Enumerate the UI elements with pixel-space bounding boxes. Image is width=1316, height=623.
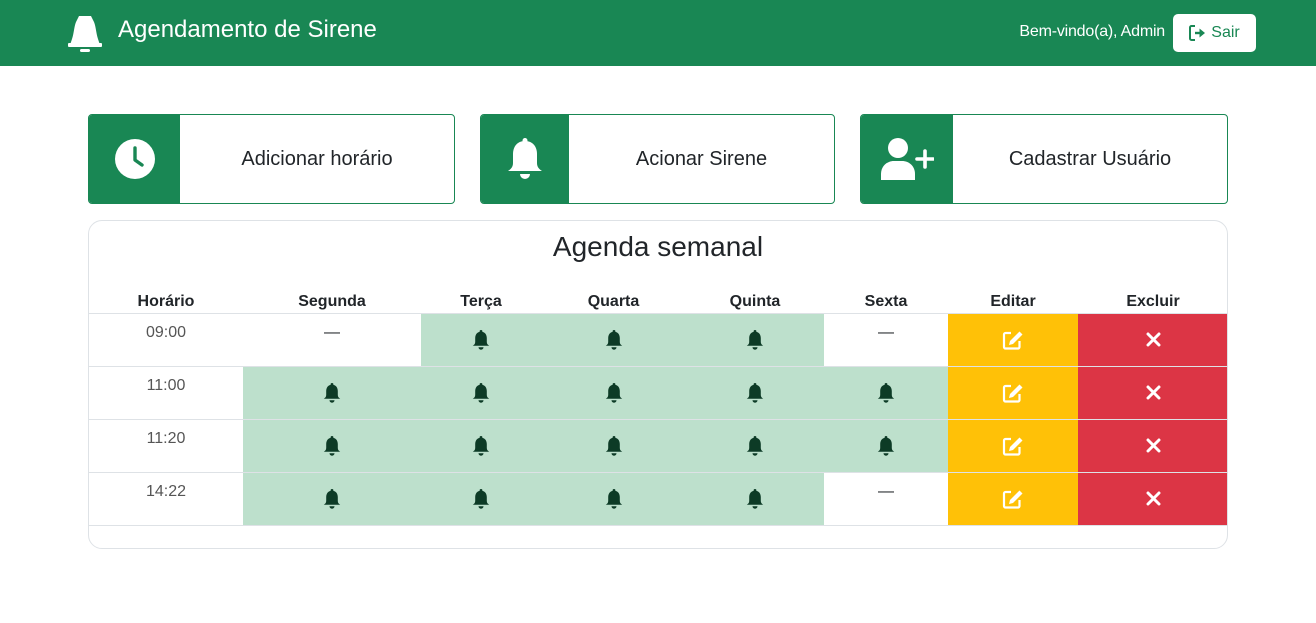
logout-label: Sair	[1211, 24, 1240, 41]
column-header: Sexta	[824, 291, 948, 314]
close-icon	[1078, 491, 1227, 506]
bell-icon	[541, 435, 686, 456]
app-title: Agendamento de Sirene	[118, 16, 377, 43]
bell-icon	[243, 435, 421, 456]
column-header: Segunda	[243, 291, 421, 314]
bell-icon	[68, 16, 102, 52]
action-icon-box	[481, 115, 569, 203]
day-cell-active	[243, 366, 421, 420]
bell-icon	[421, 329, 541, 350]
day-cell-active	[421, 313, 541, 367]
day-cell-active	[421, 472, 541, 526]
table-row: 11:20	[89, 419, 1227, 473]
day-cell-empty: —	[824, 313, 948, 367]
register-user-button[interactable]: Cadastrar Usuário	[860, 114, 1228, 204]
delete-button[interactable]	[1078, 419, 1227, 473]
bell-icon	[541, 382, 686, 403]
edit-button[interactable]	[948, 313, 1078, 367]
time-cell: 09:00	[89, 313, 243, 367]
table-row: 14:22 —	[89, 472, 1227, 526]
day-cell-active	[541, 313, 686, 367]
day-cell-active	[421, 366, 541, 420]
time-cell: 11:00	[89, 366, 243, 420]
logout-button[interactable]: Sair	[1173, 14, 1256, 52]
edit-button[interactable]	[948, 472, 1078, 526]
day-cell-active	[243, 419, 421, 473]
column-header: Quinta	[686, 291, 824, 314]
edit-button[interactable]	[948, 366, 1078, 420]
bell-icon	[541, 488, 686, 509]
edit-button[interactable]	[948, 419, 1078, 473]
bell-icon	[421, 435, 541, 456]
add-schedule-label: Adicionar horário	[241, 147, 393, 170]
bell-icon	[686, 435, 824, 456]
bell-icon	[824, 435, 948, 456]
trigger-siren-button[interactable]: Acionar Sirene	[480, 114, 835, 204]
day-cell-empty: —	[824, 472, 948, 526]
edit-icon	[948, 489, 1078, 509]
welcome-text: Bem-vindo(a), Admin	[1019, 23, 1165, 40]
bell-icon	[243, 488, 421, 509]
close-icon	[1078, 438, 1227, 453]
day-cell-active	[541, 419, 686, 473]
bell-icon	[824, 382, 948, 403]
day-cell-empty: —	[243, 313, 421, 367]
day-cell-active	[421, 419, 541, 473]
bell-icon	[421, 382, 541, 403]
schedule-body: 09:00— —11:00 11:20 14:22—	[89, 313, 1227, 526]
action-icon-box	[861, 115, 953, 203]
bell-icon	[243, 382, 421, 403]
sign-out-icon	[1189, 25, 1206, 41]
day-cell-active	[686, 313, 824, 367]
column-header: Editar	[948, 291, 1078, 314]
day-cell-active	[243, 472, 421, 526]
clock-icon	[114, 139, 155, 179]
delete-button[interactable]	[1078, 472, 1227, 526]
table-header-row: Horário Segunda Terça Quarta Quinta Sext…	[89, 291, 1227, 314]
schedule-title: Agenda semanal	[552, 231, 764, 262]
bell-icon	[541, 329, 686, 350]
time-cell: 14:22	[89, 472, 243, 526]
day-cell-active	[541, 472, 686, 526]
edit-icon	[948, 330, 1078, 350]
bell-icon	[686, 329, 824, 350]
trigger-siren-label: Acionar Sirene	[635, 147, 768, 170]
add-schedule-button[interactable]: Adicionar horário	[88, 114, 455, 204]
navbar: Agendamento de Sirene Bem-vindo(a), Admi…	[0, 0, 1316, 66]
time-cell: 11:20	[89, 419, 243, 473]
bell-icon	[421, 488, 541, 509]
bell-icon	[686, 488, 824, 509]
column-header: Quarta	[541, 291, 686, 314]
column-header: Terça	[421, 291, 541, 314]
schedule-table: Horário Segunda Terça Quarta Quinta Sext…	[89, 291, 1227, 526]
day-cell-active	[686, 366, 824, 420]
table-row: 11:00	[89, 366, 1227, 420]
delete-button[interactable]	[1078, 313, 1227, 367]
edit-icon	[948, 436, 1078, 456]
day-cell-active	[824, 419, 948, 473]
close-icon	[1078, 332, 1227, 347]
day-cell-active	[686, 419, 824, 473]
edit-icon	[948, 383, 1078, 403]
column-header: Horário	[89, 291, 243, 314]
column-header: Excluir	[1078, 291, 1227, 314]
user-plus-icon	[881, 138, 934, 180]
table-row: 09:00— —	[89, 313, 1227, 367]
weekly-schedule-card: Agenda semanal Horário Segunda Terça Qua…	[88, 220, 1228, 549]
day-cell-active	[824, 366, 948, 420]
action-icon-box	[89, 115, 180, 203]
register-user-label: Cadastrar Usuário	[1008, 147, 1172, 170]
delete-button[interactable]	[1078, 366, 1227, 420]
close-icon	[1078, 385, 1227, 400]
bell-icon	[508, 138, 542, 179]
day-cell-active	[686, 472, 824, 526]
bell-icon	[686, 382, 824, 403]
day-cell-active	[541, 366, 686, 420]
